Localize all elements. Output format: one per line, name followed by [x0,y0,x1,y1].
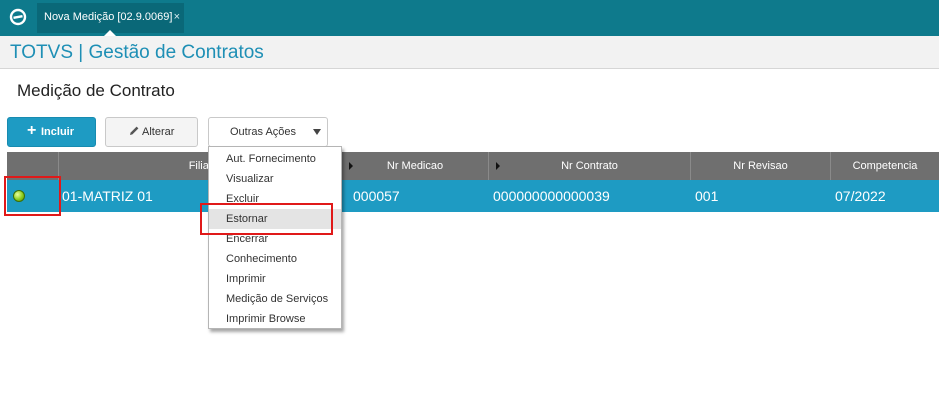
include-button[interactable]: + Incluir [7,117,96,147]
cell-competencia: 07/2022 [835,188,886,204]
app-header: TOTVS | Gestão de Contratos [0,36,939,69]
cell-nr-contrato: 000000000000039 [493,188,610,204]
menu-item-medicao-servicos[interactable]: Medição de Serviços [209,289,341,309]
sort-arrow-icon [349,162,353,170]
column-header-nr-contrato[interactable]: Nr Contrato [489,152,691,180]
cell-nr-revisao: 001 [695,188,719,204]
totvs-logo-icon[interactable] [9,8,27,26]
column-header-label: Nr Contrato [561,160,618,172]
chevron-down-icon [313,129,321,135]
more-actions-label: Outras Ações [230,126,297,138]
cell-nr-medicao: 000057 [353,188,400,204]
other-actions-menu: Aut. Fornecimento Visualizar Excluir Est… [208,146,342,329]
app-window: TOTVS | Gestão de Contratos Medição de C… [0,36,939,402]
edit-button-label: Alterar [142,126,175,138]
app-title: TOTVS | Gestão de Contratos [10,42,264,63]
top-bar: Nova Medição [02.9.0069] × [0,0,939,36]
column-header-nr-revisao[interactable]: Nr Revisao [691,152,831,180]
highlight-box-status [4,176,61,216]
plus-icon: + [27,122,37,139]
menu-item-imprimir-browse[interactable]: Imprimir Browse [209,309,341,329]
more-actions-button[interactable]: Outras Ações [208,117,328,147]
column-header-competencia[interactable]: Competencia [831,152,939,180]
highlight-box-estornar [200,203,333,235]
column-header-label: Competencia [852,160,918,172]
pencil-icon [130,126,139,135]
grid-header: Filial Nr Medicao Nr Contrato Nr Revisao… [7,152,939,180]
column-header-label: Nr Revisao [733,160,788,172]
close-icon[interactable]: × [174,3,180,31]
menu-item-visualizar[interactable]: Visualizar [209,169,341,189]
cell-filial: 01-MATRIZ 01 [62,188,153,204]
menu-item-aut-fornecimento[interactable]: Aut. Fornecimento [209,149,341,169]
sort-arrow-icon [496,162,500,170]
edit-button[interactable]: Alterar [105,117,198,147]
column-header-nr-medicao[interactable]: Nr Medicao [342,152,489,180]
page-title: Medição de Contrato [17,81,175,100]
column-header-label: Nr Medicao [386,160,444,172]
tab-nova-medicao[interactable]: Nova Medição [02.9.0069] × [37,3,184,36]
tab-label: Nova Medição [02.9.0069] [44,11,173,23]
menu-item-imprimir[interactable]: Imprimir [209,269,341,289]
table-row[interactable]: 01-MATRIZ 01 000057 000000000000039 001 … [7,180,939,212]
include-button-label: Incluir [41,126,75,138]
menu-item-conhecimento[interactable]: Conhecimento [209,249,341,269]
